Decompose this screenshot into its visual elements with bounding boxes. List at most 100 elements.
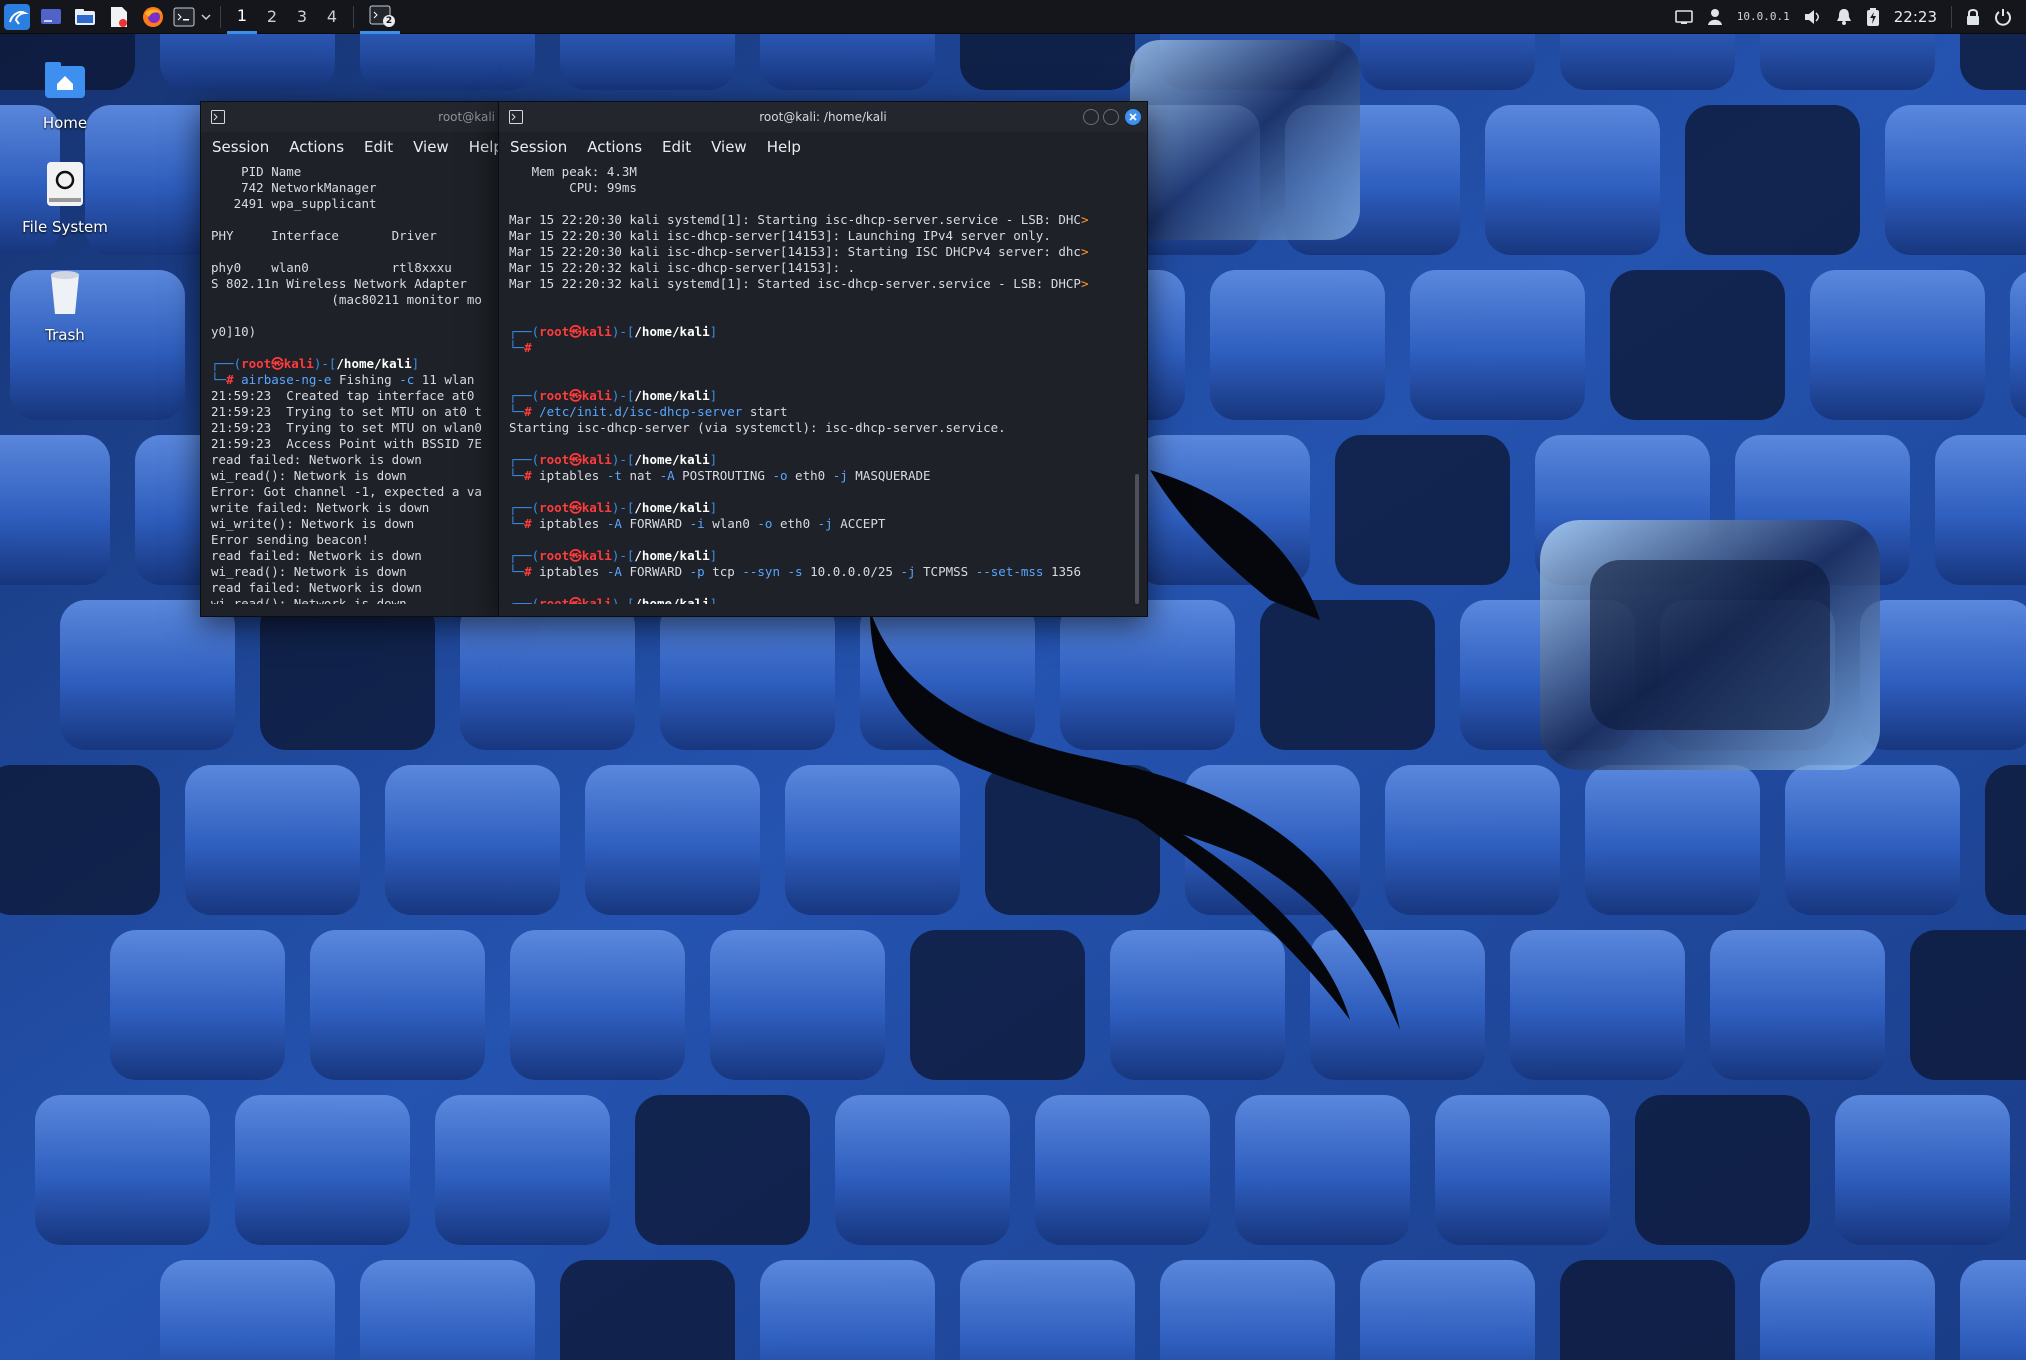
output-line: PHY Interface Driver bbox=[211, 228, 437, 243]
show-desktop-button[interactable] bbox=[34, 0, 68, 34]
output-line: wi_read(): Network is down bbox=[211, 468, 407, 483]
workspace-2[interactable]: 2 bbox=[257, 0, 287, 34]
terminal-line: PHY Interface Driver bbox=[211, 228, 501, 244]
prompt-frame: ] bbox=[709, 500, 718, 515]
terminal-output[interactable]: PID Name 742 NetworkManager 2491 wpa_sup… bbox=[201, 162, 501, 604]
menu-help[interactable]: Help bbox=[458, 138, 501, 156]
terminal-window-right[interactable]: root@kali: /home/kali Session Actions Edit… bbox=[498, 101, 1148, 617]
terminal-icon bbox=[211, 110, 225, 124]
workspace-4[interactable]: 4 bbox=[317, 0, 347, 34]
output-line: 742 NetworkManager bbox=[211, 180, 377, 195]
battery-charging-icon[interactable] bbox=[1866, 7, 1880, 27]
app-menu-button[interactable] bbox=[0, 0, 34, 34]
output-line: read failed: Network is down bbox=[211, 452, 422, 467]
truncation-marker: > bbox=[1080, 276, 1089, 291]
menu-help[interactable]: Help bbox=[756, 138, 810, 156]
lock-screen-icon[interactable] bbox=[1966, 8, 1980, 26]
workspace-3[interactable]: 3 bbox=[287, 0, 317, 34]
terminal-line bbox=[211, 308, 501, 324]
command-text: start bbox=[742, 404, 788, 419]
close-button[interactable] bbox=[1125, 109, 1141, 125]
text-editor-launcher[interactable] bbox=[102, 0, 136, 34]
wallpaper-cube bbox=[185, 765, 360, 915]
command-text: TCPMSS bbox=[915, 564, 976, 579]
terminal-line: Mar 15 22:20:30 kali systemd[1]: Startin… bbox=[509, 212, 1147, 228]
desktop-icon-home[interactable]: Home bbox=[10, 56, 120, 132]
output-line: wi_read(): Network is down bbox=[211, 596, 407, 604]
power-icon[interactable] bbox=[1994, 8, 2012, 26]
prompt-symbol: # bbox=[524, 564, 540, 579]
terminal-output[interactable]: Mem peak: 4.3M CPU: 99ms Mar 15 22:20:30… bbox=[499, 162, 1147, 604]
prompt-frame: ] bbox=[709, 452, 718, 467]
terminal-window-left[interactable]: root@kali Session Actions Edit View Help PID… bbox=[200, 101, 502, 617]
menu-session[interactable]: Session bbox=[499, 138, 576, 156]
menu-edit[interactable]: Edit bbox=[651, 138, 700, 156]
command-arg: Fishing bbox=[331, 372, 400, 387]
file-manager-launcher[interactable] bbox=[68, 0, 102, 34]
terminal-line: Mar 15 22:20:30 kali isc-dhcp-server[141… bbox=[509, 244, 1147, 260]
workspace-1[interactable]: 1 bbox=[227, 0, 257, 34]
prompt-user: root㉿kali bbox=[539, 324, 612, 339]
vpn-ip-address[interactable]: 10.0.0.1 bbox=[1737, 10, 1790, 23]
command-text: nat bbox=[621, 468, 660, 483]
desktop-icon-trash[interactable]: Trash bbox=[10, 268, 120, 344]
output-line: write failed: Network is down bbox=[211, 500, 430, 515]
prompt-user: root㉿kali bbox=[241, 356, 314, 371]
menu-edit[interactable]: Edit bbox=[353, 138, 402, 156]
prompt-user: root㉿kali bbox=[539, 388, 612, 403]
window-titlebar[interactable]: root@kali bbox=[201, 102, 501, 132]
terminal-line: Mar 15 22:20:32 kali isc-dhcp-server[141… bbox=[509, 260, 1147, 276]
menu-session[interactable]: Session bbox=[201, 138, 278, 156]
taskbar-terminal-group[interactable]: 2 bbox=[360, 0, 400, 34]
terminal-line: Error sending beacon! bbox=[211, 532, 501, 548]
notification-bell-icon[interactable] bbox=[1836, 8, 1852, 26]
terminal-line bbox=[211, 244, 501, 260]
terminal-line: wi_read(): Network is down bbox=[211, 468, 501, 484]
wallpaper-cube bbox=[1835, 1095, 2010, 1245]
log-line: Mar 15 22:20:30 kali systemd[1]: Startin… bbox=[509, 212, 1081, 227]
minimize-button[interactable] bbox=[1083, 109, 1099, 125]
window-titlebar[interactable]: root@kali: /home/kali bbox=[499, 102, 1147, 132]
prompt-frame: )-[ bbox=[611, 500, 635, 515]
wallpaper-cube bbox=[560, 1260, 735, 1360]
top-panel: 1 2 3 4 2 10.0.0.1 22:23 bbox=[0, 0, 2026, 34]
wallpaper-cube bbox=[235, 1095, 410, 1245]
panel-separator bbox=[220, 5, 221, 28]
terminal-line: phy0 wlan0 rtl8xxxu bbox=[211, 260, 501, 276]
display-icon[interactable] bbox=[1674, 9, 1693, 25]
firefox-launcher[interactable] bbox=[136, 0, 170, 34]
terminal-line: wi_read(): Network is down bbox=[211, 564, 501, 580]
output-line: Error sending beacon! bbox=[211, 532, 370, 547]
wallpaper-cube bbox=[1360, 1260, 1535, 1360]
prompt-frame: └─ bbox=[509, 564, 525, 579]
clock[interactable]: 22:23 bbox=[1894, 8, 1937, 26]
wallpaper-cube bbox=[785, 765, 960, 915]
terminal-scrollbar[interactable] bbox=[1135, 474, 1139, 604]
menu-actions[interactable]: Actions bbox=[278, 138, 353, 156]
terminal-line bbox=[509, 484, 1147, 500]
command-text: FORWARD bbox=[621, 564, 690, 579]
wallpaper-cube bbox=[1260, 600, 1435, 750]
vpn-user-icon[interactable] bbox=[1707, 8, 1723, 26]
terminal-launcher[interactable] bbox=[170, 0, 198, 34]
terminal-launcher-dropdown[interactable] bbox=[198, 0, 214, 34]
wallpaper-cube bbox=[2010, 272, 2026, 418]
maximize-button[interactable] bbox=[1103, 109, 1119, 125]
wallpaper-cube bbox=[960, 1260, 1135, 1360]
menu-actions[interactable]: Actions bbox=[576, 138, 651, 156]
prompt-frame: )-[ bbox=[611, 452, 635, 467]
prompt-frame: └─ bbox=[509, 516, 525, 531]
volume-icon[interactable] bbox=[1804, 9, 1822, 25]
desktop-icon-file-system[interactable]: File System bbox=[10, 160, 120, 236]
menu-view[interactable]: View bbox=[402, 138, 458, 156]
terminal-line: PID Name bbox=[211, 164, 501, 180]
menu-view[interactable]: View bbox=[700, 138, 756, 156]
wallpaper-cube bbox=[1585, 765, 1760, 915]
prompt-frame: )-[ bbox=[611, 388, 635, 403]
